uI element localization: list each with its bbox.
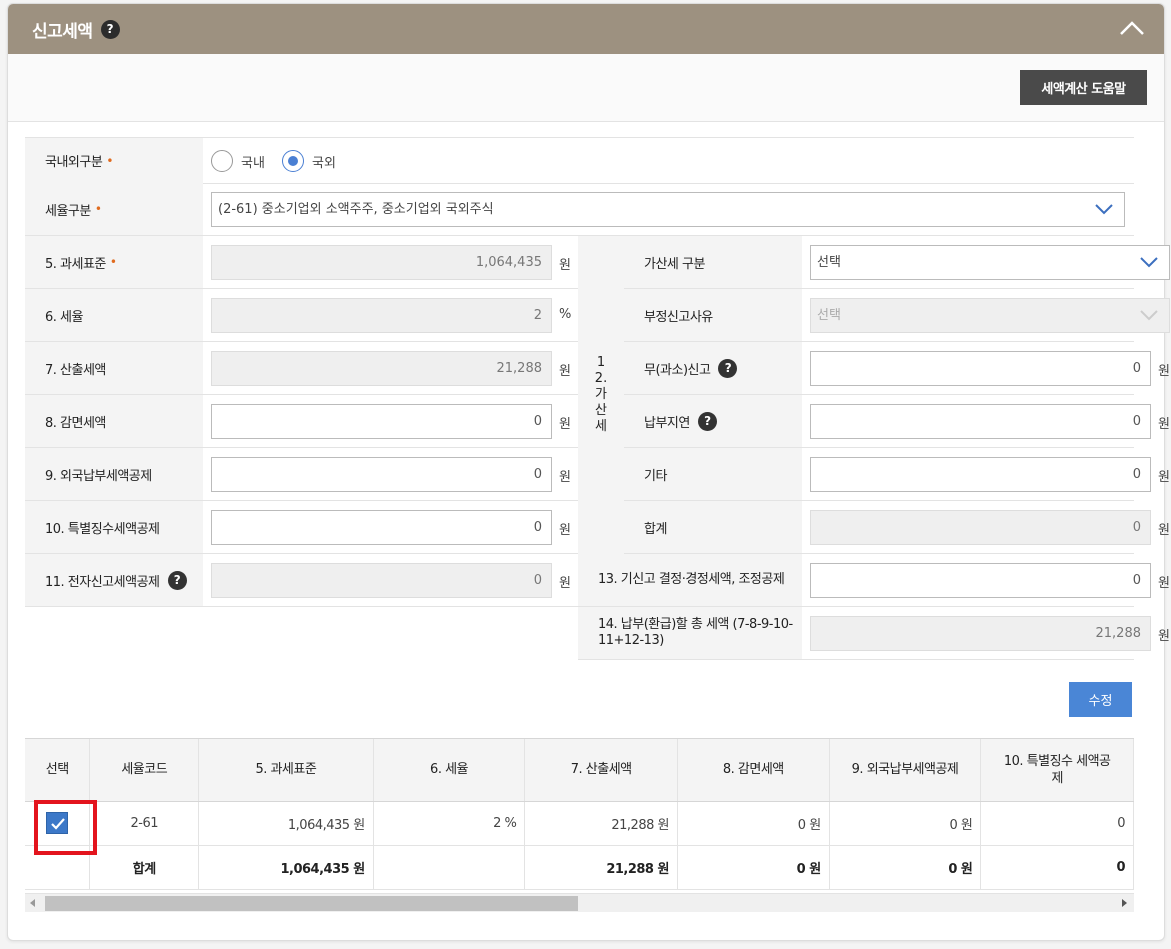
other-field[interactable]: 0	[810, 457, 1151, 492]
tax-type-select[interactable]: (2-61) 중소기업외 소액주주, 중소기업외 국외주식	[211, 192, 1125, 227]
table-sum-row: 합계 1,064,435 원 21,288 원 0 원 0 원 0	[25, 845, 1134, 890]
radio-circle-selected[interactable]	[282, 150, 304, 172]
total-payable-field[interactable]: 21,288	[810, 616, 1151, 651]
panel-header: 신고세액 ?	[8, 4, 1164, 54]
radio-overseas[interactable]: 국외	[282, 150, 336, 172]
row-14: 14. 납부(환급)할 총 세액 (7-8-9-10-11+12-13) 21,…	[578, 607, 1170, 660]
chevron-down-icon	[1095, 204, 1113, 215]
late-payment-row: 납부지연? 0 원	[624, 395, 1170, 448]
underreport-row: 무(과소)신고? 0 원	[624, 342, 1170, 395]
gasanse-type-select[interactable]: 선택	[810, 245, 1170, 280]
panel-title: 신고세액	[32, 21, 93, 42]
row-checkbox[interactable]	[46, 812, 69, 834]
edit-button[interactable]: 수정	[1069, 682, 1132, 717]
rate-field[interactable]: 2	[211, 298, 552, 333]
toolbar: 세액계산 도움말	[8, 54, 1164, 122]
row-5: 5. 과세표준 • 1,064,435 원	[25, 236, 578, 289]
reduction-field[interactable]: 0	[211, 404, 552, 439]
base-field[interactable]: 1,064,435	[211, 245, 552, 280]
special-credit-field[interactable]: 0	[211, 510, 552, 545]
row-6: 6. 세율 2 %	[25, 289, 578, 342]
help-icon[interactable]: ?	[100, 19, 120, 39]
help-icon[interactable]: ?	[167, 570, 187, 590]
help-icon[interactable]: ?	[718, 358, 738, 378]
radio-circle[interactable]	[211, 150, 233, 172]
tax-table: 선택 세율코드 5. 과세표준 6. 세율 7. 산출세액 8. 감면세액 9.…	[25, 738, 1134, 911]
help-icon[interactable]: ?	[697, 411, 717, 431]
chevron-down-icon	[1140, 310, 1158, 321]
row-8: 8. 감면세액 0 원	[25, 395, 578, 448]
tax-calc-help-button[interactable]: 세액계산 도움말	[1020, 70, 1147, 105]
domestic-label: 국내외구분 •	[25, 138, 203, 183]
tax-summary-table: 선택 세율코드 5. 과세표준 6. 세율 7. 산출세액 8. 감면세액 9.…	[25, 739, 1134, 890]
select-cell	[25, 801, 91, 846]
tax-type-label: 세율구분 •	[25, 183, 203, 235]
calc-tax-field[interactable]: 21,288	[211, 351, 552, 386]
gasanse-type-row: 가산세 구분 선택	[624, 236, 1170, 289]
row-9: 9. 외국납부세액공제 0 원	[25, 448, 578, 501]
radio-domestic[interactable]: 국내	[211, 150, 265, 172]
fraud-reason-row: 부정신고사유 선택	[624, 289, 1170, 342]
scrollbar-thumb[interactable]	[45, 896, 578, 911]
horizontal-scrollbar[interactable]	[25, 893, 1134, 912]
scroll-right-arrow-icon[interactable]	[1122, 899, 1127, 907]
row-7: 7. 산출세액 21,288 원	[25, 342, 578, 395]
foreign-credit-field[interactable]: 0	[211, 457, 552, 492]
domestic-row: 국내외구분 • 국내 국외	[25, 137, 1134, 184]
fraud-reason-select: 선택	[810, 298, 1170, 333]
late-payment-field[interactable]: 0	[810, 404, 1151, 439]
row-10: 10. 특별징수세액공제 0 원	[25, 501, 578, 554]
collapse-chevron-up-icon[interactable]	[1118, 16, 1146, 40]
checkmark-icon	[51, 818, 66, 830]
table-header-row: 선택 세율코드 5. 과세표준 6. 세율 7. 산출세액 8. 감면세액 9.…	[25, 739, 1134, 802]
e-filing-credit-field[interactable]: 0	[211, 563, 552, 598]
scroll-left-arrow-icon[interactable]	[30, 899, 35, 907]
prior-tax-field[interactable]: 0	[810, 563, 1151, 598]
chevron-down-icon	[1140, 257, 1158, 268]
table-row[interactable]: 2-61 1,064,435 원 2 % 21,288 원 0 원 0 원 0	[25, 801, 1134, 846]
gasanse-group-label: 12. 가 산 세	[578, 236, 624, 554]
row-11: 11. 전자신고세액공제? 0 원	[25, 554, 578, 607]
other-row: 기타 0 원	[624, 448, 1170, 501]
tax-type-row: 세율구분 • (2-61) 중소기업외 소액주주, 중소기업외 국외주식	[25, 183, 1134, 236]
gasanse-total-row: 합계 0 원	[624, 501, 1170, 554]
underreport-field[interactable]: 0	[810, 351, 1151, 386]
row-13: 13. 기신고 결정·경정세액, 조정공제 0 원	[578, 554, 1170, 607]
gasanse-total-field[interactable]: 0	[810, 510, 1151, 545]
